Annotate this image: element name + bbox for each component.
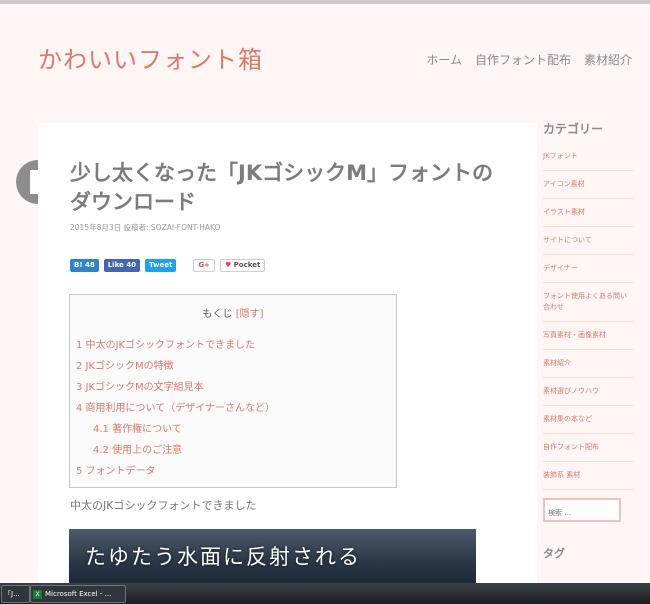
taskbar-item-browser[interactable]: 「J... bbox=[1, 585, 30, 603]
hero-image: たゆたう水面に反射される bbox=[69, 529, 476, 583]
toc-title: もくじ bbox=[202, 309, 233, 320]
table-of-contents: もくじ [隠す] 1 中太のJKゴシックフォントできました 2 JKゴシックMの… bbox=[69, 294, 397, 488]
category-item[interactable]: JKフォント bbox=[543, 143, 633, 171]
category-item[interactable]: 装飾系 素材 bbox=[543, 462, 633, 490]
toc-item[interactable]: 4 商用利用について（デザイナーさんなど） bbox=[76, 398, 275, 419]
nav-item-font-distribution[interactable]: 自作フォント配布 bbox=[475, 51, 571, 68]
main-article: 少し太くなった「JKゴシックM」フォントのダウンロード 2015年8月3日 投稿… bbox=[38, 123, 537, 583]
category-item[interactable]: 素材選びノウハウ bbox=[543, 378, 633, 406]
category-item[interactable]: フォント使用よくある問い合わせ bbox=[543, 283, 633, 322]
nav-item-home[interactable]: ホーム bbox=[426, 51, 462, 68]
toc-subitem[interactable]: 4.1 著作権について bbox=[76, 419, 275, 440]
category-heading: カテゴリー bbox=[543, 122, 604, 136]
taskbar: 「J... X Microsoft Excel - ... bbox=[0, 583, 650, 604]
category-item[interactable]: 素材集の本など bbox=[543, 406, 633, 434]
nav-item-material-intro[interactable]: 素材紹介 bbox=[584, 51, 632, 68]
share-buttons: B! 48 Like 40 Tweet G+ ♥ Pocket bbox=[70, 259, 266, 272]
category-item[interactable]: 写真素材・画像素材 bbox=[543, 322, 633, 350]
toc-item[interactable]: 2 JKゴシックMの特徴 bbox=[76, 356, 275, 377]
tweet-button[interactable]: Tweet bbox=[144, 259, 177, 272]
toc-item[interactable]: 5 フォントデータ bbox=[76, 461, 275, 482]
toc-list: 1 中太のJKゴシックフォントできました 2 JKゴシックMの特徴 3 JKゴシ… bbox=[76, 335, 275, 482]
toc-subitem[interactable]: 4.2 使用上のご注意 bbox=[76, 440, 275, 461]
toc-item[interactable]: 3 JKゴシックMの文字組見本 bbox=[76, 377, 275, 398]
post-meta: 2015年8月3日 投稿者: SOZAI-FONT-HAKO bbox=[70, 223, 221, 232]
taskbar-item-label: Microsoft Excel - ... bbox=[45, 590, 112, 598]
category-item[interactable]: アイコン素材 bbox=[543, 171, 633, 199]
hatena-bookmark-button[interactable]: B! 48 bbox=[70, 259, 99, 272]
tag-heading: タグ bbox=[543, 547, 565, 560]
window-top-border bbox=[0, 0, 650, 4]
pocket-button[interactable]: ♥ Pocket bbox=[219, 259, 266, 272]
category-item[interactable]: 自作フォント配布 bbox=[543, 434, 633, 462]
category-list: JKフォント アイコン素材 イラスト素材 サイトについて デザイナー フォント使… bbox=[543, 143, 633, 490]
search-input[interactable] bbox=[545, 503, 619, 523]
google-plus-button[interactable]: G+ bbox=[193, 259, 215, 272]
taskbar-item-excel[interactable]: X Microsoft Excel - ... bbox=[30, 585, 126, 603]
toc-item[interactable]: 1 中太のJKゴシックフォントできました bbox=[76, 335, 275, 356]
site-title[interactable]: かわいいフォント箱 bbox=[38, 40, 263, 75]
category-item[interactable]: デザイナー bbox=[543, 255, 633, 283]
category-item[interactable]: イラスト素材 bbox=[543, 199, 633, 227]
main-nav: ホーム 自作フォント配布 素材紹介 bbox=[426, 51, 632, 68]
toc-header: もくじ [隠す] bbox=[70, 305, 396, 320]
category-item[interactable]: サイトについて bbox=[543, 227, 633, 255]
sidebar: カテゴリー JKフォント アイコン素材 イラスト素材 サイトについて デザイナー… bbox=[543, 120, 633, 490]
category-item[interactable]: 素材紹介 bbox=[543, 350, 633, 378]
search-box bbox=[543, 498, 621, 523]
pocket-label: Pocket bbox=[233, 261, 261, 269]
toc-hide-link[interactable]: [隠す] bbox=[236, 309, 264, 320]
section-heading: 中太のJKゴシックフォントできました bbox=[70, 499, 257, 512]
post-title: 少し太くなった「JKゴシックM」フォントのダウンロード bbox=[70, 161, 493, 214]
excel-icon: X bbox=[33, 589, 42, 599]
hero-image-text: たゆたう水面に反射される bbox=[85, 545, 361, 569]
facebook-like-button[interactable]: Like 40 bbox=[103, 259, 140, 272]
pocket-icon: ♥ bbox=[224, 261, 232, 269]
